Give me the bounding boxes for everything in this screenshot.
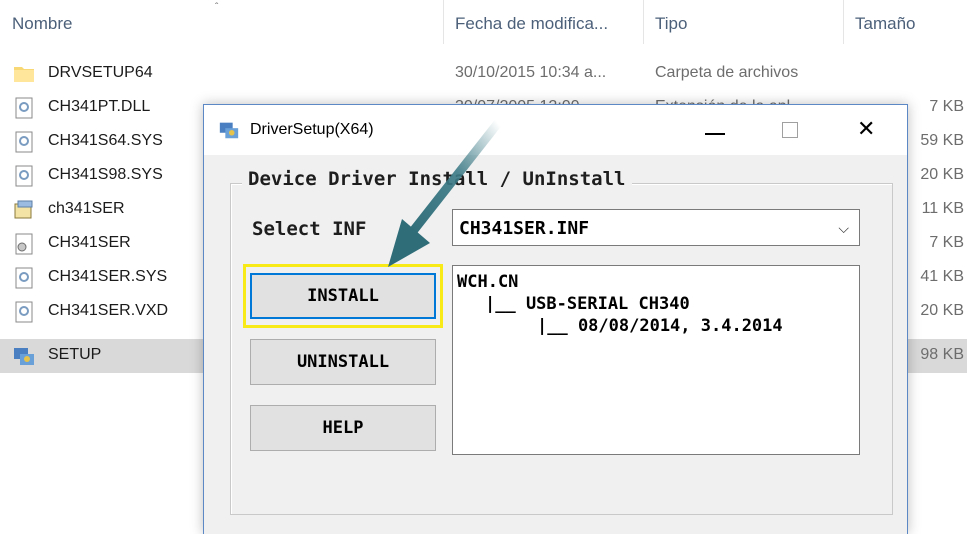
info-line: |__ USB-SERIAL CH340 <box>485 294 690 314</box>
driver-setup-dialog: DriverSetup(X64) ✕ Device Driver Install… <box>203 104 908 534</box>
column-type-header[interactable]: Tipo <box>655 14 687 34</box>
file-name: CH341PT.DLL <box>48 98 151 115</box>
sys-file-icon <box>15 131 33 153</box>
file-name: CH341S64.SYS <box>48 132 163 149</box>
file-size: 7 KB <box>929 98 964 115</box>
select-inf-label: Select INF <box>252 218 367 240</box>
minimize-button[interactable] <box>683 105 747 155</box>
file-name: CH341SER.SYS <box>48 268 168 285</box>
file-size: 20 KB <box>920 166 964 183</box>
chevron-down-icon[interactable]: ⌵ <box>838 220 849 237</box>
annotation-arrow-icon <box>388 118 503 267</box>
file-size: 41 KB <box>920 268 964 285</box>
file-name: CH341SER <box>48 234 131 251</box>
sys-file-icon <box>15 267 33 289</box>
file-name: DRVSETUP64 <box>48 64 153 81</box>
catalog-file-icon <box>14 200 33 219</box>
dll-file-icon <box>15 97 33 119</box>
help-button[interactable]: HELP <box>250 405 436 451</box>
column-divider[interactable] <box>843 0 844 44</box>
inf-settings-icon <box>15 233 33 255</box>
close-button[interactable]: ✕ <box>835 105 899 155</box>
setup-app-icon <box>219 122 239 139</box>
maximize-button[interactable] <box>759 105 823 155</box>
column-name-header[interactable]: Nombre <box>12 14 72 34</box>
folder-icon <box>14 67 34 82</box>
file-size: 59 KB <box>920 132 964 149</box>
file-row[interactable]: DRVSETUP64 30/10/2015 10:34 a... Carpeta… <box>0 57 967 91</box>
sys-file-icon <box>15 301 33 323</box>
file-name: SETUP <box>48 346 102 363</box>
sort-indicator-icon: ˆ <box>215 2 221 13</box>
uninstall-button[interactable]: UNINSTALL <box>250 339 436 385</box>
driver-info-box: WCH.CN |__ USB-SERIAL CH340 |__ 08/08/20… <box>452 265 860 455</box>
file-size: 7 KB <box>929 234 964 251</box>
column-modified-header[interactable]: Fecha de modifica... <box>455 14 608 34</box>
column-size-header[interactable]: Tamaño <box>855 14 915 34</box>
close-icon: ✕ <box>857 116 876 141</box>
file-name: CH341S98.SYS <box>48 166 163 183</box>
file-type: Carpeta de archivos <box>655 64 799 81</box>
column-header-bar: Nombre ˆ Fecha de modifica... Tipo Tamañ… <box>0 0 967 44</box>
dialog-title: DriverSetup(X64) <box>250 121 374 138</box>
dialog-titlebar[interactable]: DriverSetup(X64) ✕ <box>204 105 907 155</box>
inf-select-dropdown[interactable]: CH341SER.INF ⌵ <box>452 209 860 246</box>
file-size: 20 KB <box>920 302 964 319</box>
file-name: ch341SER <box>48 200 125 217</box>
setup-app-icon <box>14 348 34 365</box>
file-size: 11 KB <box>921 200 964 217</box>
info-line: |__ 08/08/2014, 3.4.2014 <box>537 316 783 336</box>
sys-file-icon <box>15 165 33 187</box>
file-name: CH341SER.VXD <box>48 302 169 319</box>
column-divider[interactable] <box>443 0 444 44</box>
file-date: 30/10/2015 10:34 a... <box>455 64 607 81</box>
file-size: 98 KB <box>920 346 964 363</box>
column-divider[interactable] <box>643 0 644 44</box>
